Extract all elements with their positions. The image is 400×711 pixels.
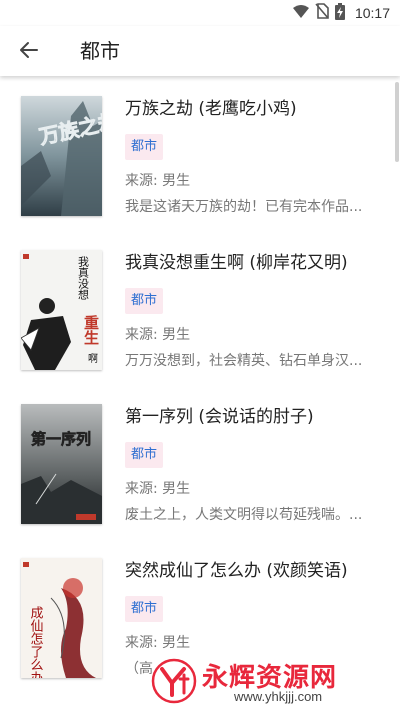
category-tag: 都市 [125, 134, 164, 160]
status-bar: 10:17 [0, 0, 400, 26]
cover-title-text: 第一序列 [31, 430, 91, 448]
book-title: 第一序列 (会说话的肘子) [125, 407, 314, 427]
book-title: 突然成仙了怎么办 (欢颜笑语) [125, 561, 348, 581]
cover-title-text: 我真没想 [77, 256, 90, 300]
book-description: 万万没想到，社会精英、钻石单身汉... [125, 353, 363, 369]
list-item[interactable]: 第一序列 第一序列 (会说话的肘子) 都市 来源: 男生 废土之上，人类文明得以… [0, 384, 400, 538]
watermark-url: www.yhkjjj.com [234, 689, 323, 704]
category-tag: 都市 [125, 596, 164, 622]
cover-title-text: 重生 [82, 314, 100, 345]
book-cover[interactable]: 第一序列 [21, 404, 102, 524]
list-item[interactable]: 我真没想 重生 啊 我真没想重生啊 (柳岸花又明) 都市 来源: 男生 万万没想… [0, 230, 400, 384]
category-tag: 都市 [125, 442, 164, 468]
book-description: 我是这诸天万族的劫！已有完本作品... [125, 199, 363, 215]
cover-title-text: 啊 [86, 353, 98, 364]
watermark-logo-icon [150, 657, 198, 709]
book-title: 万族之劫 (老鹰吃小鸡) [125, 99, 297, 119]
scrollbar[interactable] [395, 82, 399, 162]
no-sim-icon [315, 3, 329, 23]
back-button[interactable] [14, 37, 44, 67]
book-cover[interactable]: 成仙怎了么办 [21, 558, 102, 678]
category-tag: 都市 [125, 288, 164, 314]
book-cover[interactable]: 万族之劫 [21, 96, 102, 216]
book-source: 来源: 男生 [125, 481, 191, 497]
book-source: 来源: 男生 [125, 173, 191, 189]
arrow-back-icon [19, 40, 39, 64]
app-bar: 都市 [0, 26, 400, 76]
watermark: 永辉资源网 www.yhkjjj.com [150, 655, 390, 709]
book-source: 来源: 男生 [125, 327, 191, 343]
status-icons: 10:17 [292, 2, 390, 24]
book-list: 万族之劫 万族之劫 (老鹰吃小鸡) 都市 来源: 男生 我是这诸天万族的劫！已有… [0, 76, 400, 711]
book-cover[interactable]: 我真没想 重生 啊 [21, 250, 102, 370]
book-title: 我真没想重生啊 (柳岸花又明) [125, 253, 348, 273]
page-title: 都市 [80, 39, 120, 63]
wifi-icon [292, 4, 309, 23]
list-item[interactable]: 万族之劫 万族之劫 (老鹰吃小鸡) 都市 来源: 男生 我是这诸天万族的劫！已有… [0, 76, 400, 230]
cover-title-text: 成仙怎了么办 [28, 606, 44, 678]
book-source: 来源: 男生 [125, 635, 191, 651]
book-description: 废土之上，人类文明得以苟延残喘。... [125, 507, 363, 523]
battery-charging-icon [334, 2, 345, 24]
status-time: 10:17 [354, 5, 390, 21]
